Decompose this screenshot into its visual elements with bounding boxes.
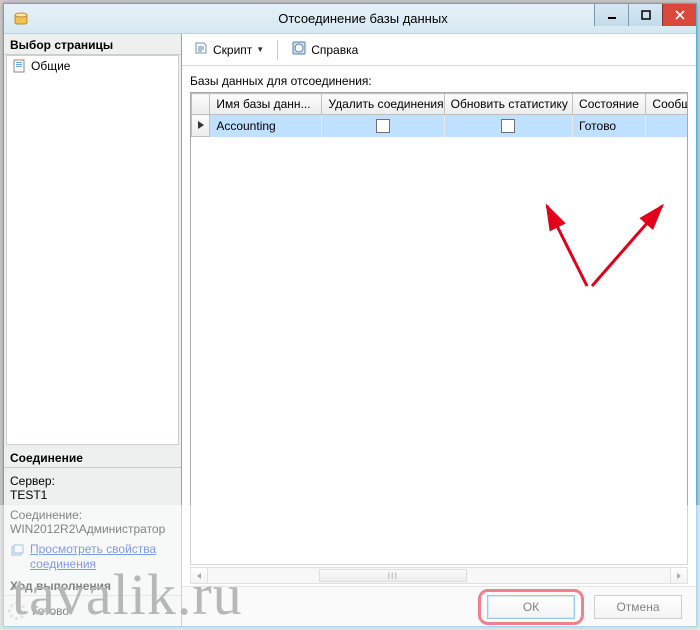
script-label: Скрипт [213, 43, 252, 57]
connection-header: Соединение [4, 447, 181, 468]
toolbar: Скрипт ▼ Справка [182, 34, 696, 66]
page-icon [13, 59, 27, 73]
server-value: TEST1 [10, 488, 175, 502]
connection-label: Соединение: [10, 508, 175, 522]
help-icon [291, 40, 307, 59]
cell-message [646, 115, 687, 137]
page-general-label: Общие [31, 59, 70, 73]
ok-highlight-ring: ОК [478, 589, 584, 625]
drop-connections-checkbox[interactable] [376, 119, 390, 133]
script-icon [193, 40, 209, 59]
minimize-button[interactable] [594, 4, 628, 26]
cell-update-statistics [444, 115, 572, 137]
main-area: Базы данных для отсоединения: Имя базы д… [182, 66, 696, 586]
connection-section: Сервер: TEST1 Соединение: WIN2012R2\Адми… [4, 468, 181, 575]
row-selector[interactable] [192, 115, 210, 137]
dialog-body: Выбор страницы Общие Соединение Сервер: … [4, 34, 696, 626]
left-pane: Выбор страницы Общие Соединение Сервер: … [4, 34, 182, 626]
progress-spinner-icon [8, 602, 26, 620]
connection-props-icon [10, 542, 26, 561]
cancel-button[interactable]: Отмена [594, 595, 682, 619]
close-button[interactable] [662, 4, 696, 26]
dialog-footer: ОК Отмена [182, 586, 696, 626]
dropdown-arrow-icon: ▼ [256, 45, 264, 54]
script-button[interactable]: Скрипт ▼ [188, 37, 269, 62]
view-connection-props-link[interactable]: Просмотреть свойства соединения [30, 542, 175, 571]
titlebar[interactable]: Отсоединение базы данных [4, 4, 696, 34]
execution-status-row: Готово [4, 596, 181, 626]
server-label: Сервер: [10, 474, 175, 488]
page-general[interactable]: Общие [11, 58, 174, 74]
page-select-header: Выбор страницы [4, 34, 181, 55]
app-icon [12, 10, 30, 28]
ok-button[interactable]: ОК [487, 595, 575, 619]
cell-drop-connections [322, 115, 444, 137]
connection-value: WIN2012R2\Администратор [10, 522, 175, 536]
execution-header: Ход выполнения [4, 575, 181, 596]
toolbar-separator [277, 40, 278, 60]
col-message[interactable]: Сообщение [646, 94, 687, 115]
scrollbar-track[interactable]: III [208, 568, 670, 583]
scroll-left-button[interactable] [191, 568, 208, 583]
update-statistics-checkbox[interactable] [501, 119, 515, 133]
dialog-window: Отсоединение базы данных Выбор страницы … [3, 3, 697, 627]
window-buttons [594, 4, 696, 26]
help-button[interactable]: Справка [286, 37, 363, 62]
grid-corner [192, 94, 210, 115]
col-drop-connections[interactable]: Удалить соединения [322, 94, 444, 115]
page-list: Общие [6, 55, 179, 445]
horizontal-scrollbar[interactable]: III [190, 567, 688, 584]
table-row[interactable]: Accounting Готово [192, 115, 688, 137]
cell-db-name: Accounting [210, 115, 322, 137]
databases-grid: Имя базы данн... Удалить соединения Обно… [190, 92, 688, 565]
grid-header-row: Имя базы данн... Удалить соединения Обно… [192, 94, 688, 115]
grid-label: Базы данных для отсоединения: [190, 74, 688, 88]
scroll-right-button[interactable] [670, 568, 687, 583]
execution-status: Готово [32, 604, 69, 618]
maximize-button[interactable] [628, 4, 662, 26]
col-db-name[interactable]: Имя базы данн... [210, 94, 322, 115]
right-pane: Скрипт ▼ Справка Базы данных для отсоеди… [182, 34, 696, 626]
cell-state: Готово [573, 115, 646, 137]
col-update-statistics[interactable]: Обновить статистику [444, 94, 572, 115]
scrollbar-thumb[interactable]: III [319, 569, 467, 582]
col-state[interactable]: Состояние [573, 94, 646, 115]
help-label: Справка [311, 43, 358, 57]
